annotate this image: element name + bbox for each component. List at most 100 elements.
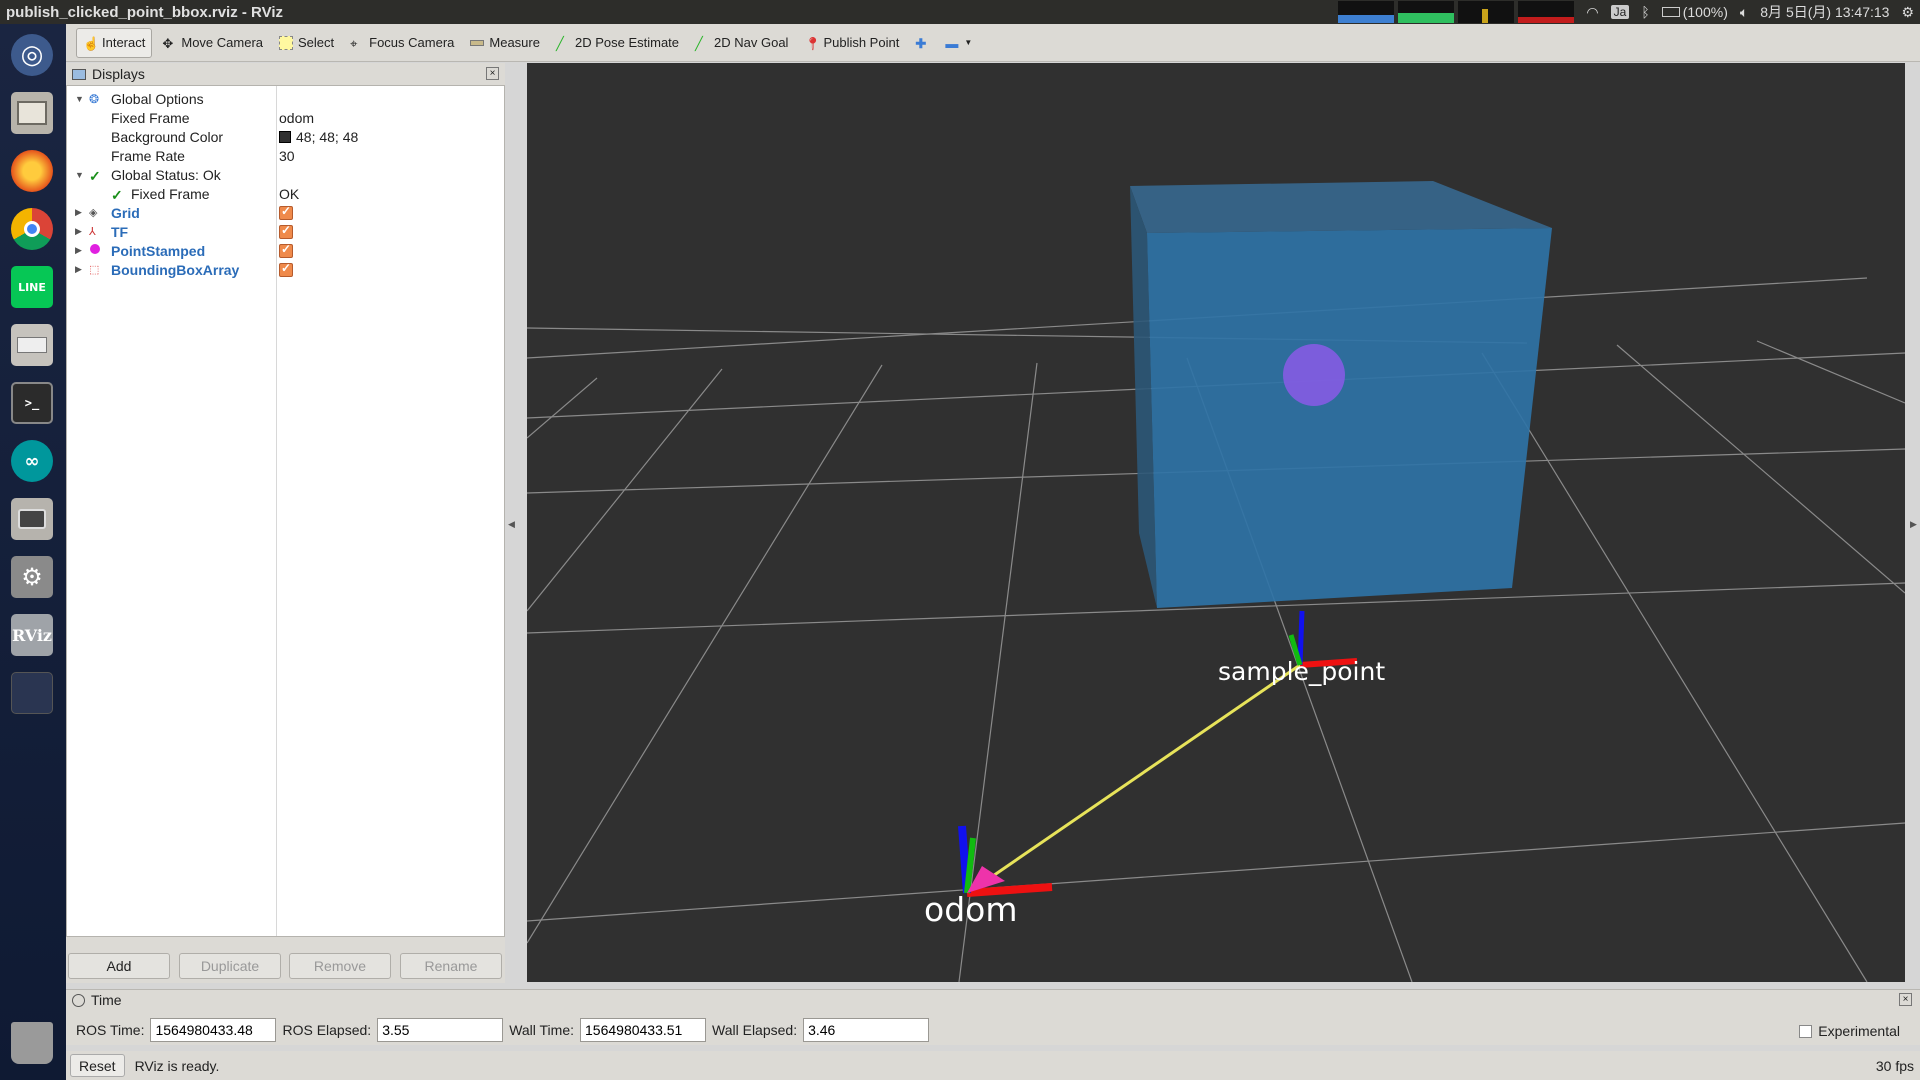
wall-time-label: Wall Time: bbox=[509, 1022, 575, 1038]
duplicate-button[interactable]: Duplicate bbox=[179, 953, 281, 979]
wall-time-field[interactable] bbox=[580, 1018, 707, 1042]
volume-icon[interactable]: 🔈︎ bbox=[1740, 4, 1748, 21]
select-tool[interactable]: Select bbox=[273, 28, 340, 58]
nav-goal-tool[interactable]: ╱ 2D Nav Goal bbox=[689, 28, 794, 58]
property-label: Fixed Frame bbox=[111, 109, 190, 126]
focus-camera-tool[interactable]: ⌖ Focus Camera bbox=[344, 28, 460, 58]
move-camera-tool[interactable]: ✥ Move Camera bbox=[156, 28, 269, 58]
axes-icon: ⅄ bbox=[89, 226, 96, 238]
tree-row-frame-rate[interactable]: Frame Rate 30 bbox=[67, 146, 504, 165]
add-button[interactable]: Add bbox=[68, 953, 170, 979]
grid-line bbox=[1756, 340, 1905, 404]
chevron-down-icon: ▼ bbox=[964, 38, 973, 47]
tree-row-grid[interactable]: ▶ ◈ Grid bbox=[67, 203, 504, 222]
remove-tool-button[interactable]: ▬ ▼ bbox=[939, 28, 978, 58]
grid-line bbox=[1616, 344, 1905, 594]
tree-row-tf[interactable]: ▶ ⅄ TF bbox=[67, 222, 504, 241]
rviz-toolbar: ☝ Interact ✥ Move Camera Select ⌖ Focus Cam… bbox=[66, 24, 1920, 62]
system-monitor[interactable] bbox=[1338, 1, 1575, 23]
displays-header: Displays × bbox=[66, 63, 505, 85]
camera-icon[interactable] bbox=[7, 494, 57, 544]
close-icon[interactable]: × bbox=[1899, 993, 1912, 1006]
pose-estimate-tool[interactable]: ╱ 2D Pose Estimate bbox=[550, 28, 685, 58]
terminal-icon[interactable]: >_ bbox=[7, 378, 57, 428]
clock-icon bbox=[72, 993, 85, 1007]
rviz-icon[interactable]: RViz bbox=[7, 610, 57, 660]
remove-button[interactable]: Remove bbox=[289, 953, 391, 979]
line-icon[interactable]: LINE bbox=[7, 262, 57, 312]
display-enabled-checkbox[interactable] bbox=[279, 204, 293, 220]
plus-icon: ✚ bbox=[915, 35, 927, 51]
trash-icon[interactable] bbox=[7, 1018, 57, 1068]
property-value[interactable]: odom bbox=[279, 110, 314, 126]
checkbox-checked-icon bbox=[279, 223, 293, 239]
tf-link-line bbox=[970, 663, 1301, 893]
tree-row-status-fixed-frame[interactable]: ✓ Fixed Frame OK bbox=[67, 184, 504, 204]
firefox-icon[interactable] bbox=[7, 146, 57, 196]
reset-button[interactable]: Reset bbox=[70, 1054, 125, 1077]
map-pin-icon: 📍︎ bbox=[804, 35, 821, 51]
display-enabled-checkbox[interactable] bbox=[279, 261, 293, 277]
grid-line bbox=[527, 822, 1905, 922]
collapse-right-handle[interactable]: ▶ bbox=[1910, 520, 1917, 530]
gear-icon[interactable]: ⚙ bbox=[1901, 4, 1914, 21]
minus-icon: ▬ bbox=[945, 35, 959, 51]
displays-panel: Displays × ▼ ❂ Global Options Fixed Fram… bbox=[66, 63, 505, 983]
rename-button[interactable]: Rename bbox=[400, 953, 502, 979]
bounding-box-icon: ⬚ bbox=[89, 264, 100, 276]
files-icon[interactable] bbox=[7, 88, 57, 138]
expand-arrow-icon[interactable]: ▶ bbox=[75, 264, 85, 275]
expand-arrow-icon[interactable]: ▼ bbox=[75, 94, 85, 104]
workspace-icon[interactable] bbox=[7, 668, 57, 718]
battery-indicator[interactable]: (100%) bbox=[1661, 4, 1728, 20]
measure-tool[interactable]: Measure bbox=[464, 28, 546, 58]
display-enabled-checkbox[interactable] bbox=[279, 242, 293, 258]
ros-time-field[interactable] bbox=[150, 1018, 277, 1042]
wall-elapsed-field[interactable] bbox=[803, 1018, 930, 1042]
chrome-icon[interactable] bbox=[7, 204, 57, 254]
tree-row-pointstamped[interactable]: ▶ PointStamped bbox=[67, 241, 504, 260]
time-title: Time bbox=[91, 992, 122, 1008]
dash-icon[interactable]: ◎ bbox=[7, 30, 57, 80]
display-name: BoundingBoxArray bbox=[111, 261, 240, 278]
experimental-checkbox[interactable]: Experimental bbox=[1799, 1023, 1900, 1039]
arduino-icon[interactable]: ∞ bbox=[7, 436, 57, 486]
expand-arrow-icon[interactable]: ▶ bbox=[75, 226, 85, 237]
display-name: PointStamped bbox=[111, 242, 206, 259]
bluetooth-icon[interactable]: ᛒ bbox=[1641, 4, 1649, 20]
time-header: Time × bbox=[66, 990, 1920, 1010]
checkbox-checked-icon bbox=[279, 261, 293, 277]
wifi-icon[interactable]: ◠ bbox=[1586, 4, 1598, 21]
expand-arrow-icon[interactable]: ▶ bbox=[75, 245, 85, 256]
settings-icon[interactable]: ⚙ bbox=[7, 552, 57, 602]
expand-arrow-icon[interactable]: ▼ bbox=[75, 170, 85, 180]
tree-row-boundingboxarray[interactable]: ▶ ⬚ BoundingBoxArray bbox=[67, 260, 504, 279]
expand-arrow-icon[interactable]: ▶ bbox=[75, 207, 85, 218]
interact-tool[interactable]: ☝ Interact bbox=[76, 27, 153, 58]
tree-row-global-status[interactable]: ▼ ✓ Global Status: Ok bbox=[67, 165, 504, 185]
color-swatch bbox=[279, 130, 291, 143]
add-tool-button[interactable]: ✚ bbox=[909, 28, 935, 58]
experimental-label: Experimental bbox=[1818, 1023, 1900, 1039]
close-icon[interactable]: × bbox=[486, 67, 499, 80]
3d-viewport[interactable]: sample_point odom bbox=[527, 63, 1905, 982]
ros-elapsed-field[interactable] bbox=[377, 1018, 504, 1042]
disk-icon[interactable] bbox=[7, 320, 57, 370]
tree-row-fixed-frame[interactable]: Fixed Frame odom bbox=[67, 108, 504, 127]
property-value[interactable]: 48; 48; 48 bbox=[279, 129, 358, 145]
collapse-left-handle[interactable]: ◀ bbox=[508, 520, 515, 530]
frame-label-sample-point: sample_point bbox=[1218, 657, 1386, 686]
checkmark-icon: ✓ bbox=[89, 168, 101, 184]
tree-row-global-options[interactable]: ▼ ❂ Global Options bbox=[67, 89, 504, 108]
color-value: 48; 48; 48 bbox=[296, 128, 359, 145]
clock[interactable]: 8月 5日(月) 13:47:13 bbox=[1760, 2, 1889, 22]
grid-line bbox=[527, 368, 723, 612]
property-label: Background Color bbox=[111, 128, 224, 145]
display-enabled-checkbox[interactable] bbox=[279, 223, 293, 239]
clicked-point-sphere bbox=[1283, 344, 1345, 406]
input-method-icon[interactable]: Ja bbox=[1610, 5, 1630, 19]
property-value[interactable]: 30 bbox=[279, 148, 295, 164]
tree-row-background-color[interactable]: Background Color 48; 48; 48 bbox=[67, 127, 504, 146]
time-fields: ROS Time: ROS Elapsed: Wall Time: Wall E… bbox=[76, 1017, 930, 1043]
publish-point-tool[interactable]: 📍︎ Publish Point bbox=[798, 28, 905, 58]
